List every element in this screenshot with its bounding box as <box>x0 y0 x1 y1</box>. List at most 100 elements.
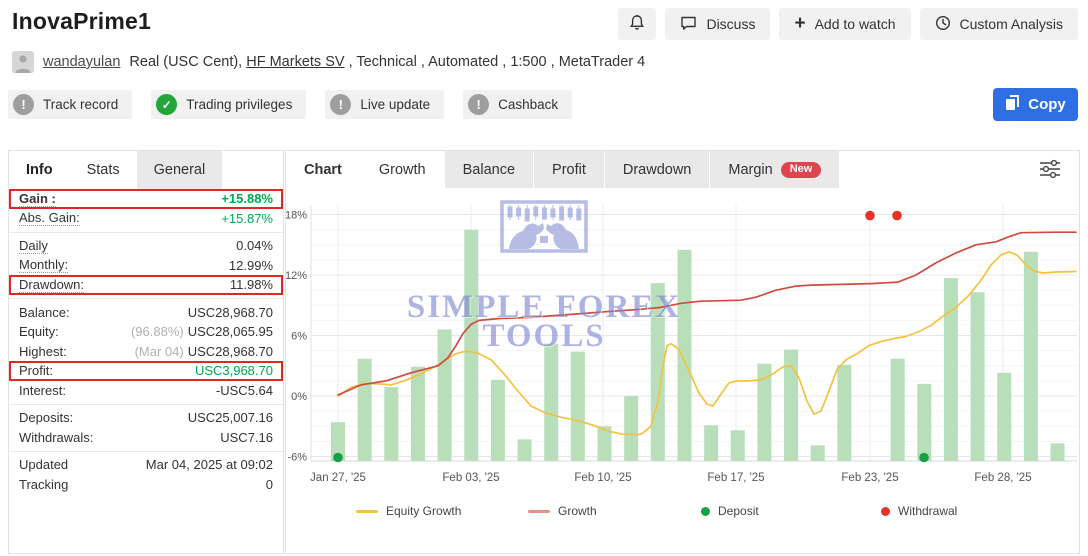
legend-item-deposit[interactable]: Deposit <box>701 503 759 519</box>
page-title: InovaPrime1 <box>12 8 151 34</box>
daily-bar[interactable] <box>810 445 825 462</box>
x-axis-label: Jan 27, '25 <box>310 472 366 484</box>
badge-live-update[interactable]: Live update <box>325 90 445 119</box>
badge-cashback[interactable]: Cashback <box>463 90 573 119</box>
stat-value: 11.98% <box>229 277 273 293</box>
legend-line-swatch <box>528 509 550 513</box>
legend-dot-swatch <box>701 506 710 516</box>
exclamation-circle-icon <box>13 94 34 115</box>
deposit-marker[interactable] <box>919 452 929 463</box>
stat-label: Balance: <box>19 304 70 320</box>
chart-tab-label: Balance <box>462 161 516 178</box>
chart-tab-chart[interactable]: Chart <box>286 151 360 188</box>
badge-trading-privileges[interactable]: Trading privileges <box>151 90 307 119</box>
copy-label: Copy <box>1028 96 1066 113</box>
stat-row: Abs. Gain: +15.87% <box>9 209 283 229</box>
stat-row: Drawdown: 11.98% <box>9 275 283 295</box>
daily-bar[interactable] <box>624 396 639 462</box>
stat-row: Tracking 0 <box>9 475 283 495</box>
daily-bar[interactable] <box>1050 443 1065 462</box>
legend-item-equity-growth[interactable]: Equity Growth <box>356 503 461 519</box>
legend-label: Deposit <box>718 504 759 518</box>
daily-bar[interactable] <box>677 249 692 462</box>
broker-link[interactable]: HF Markets SV <box>246 54 344 70</box>
stat-label: Deposits: <box>19 410 74 426</box>
add-to-watch-button[interactable]: Add to watch <box>779 8 911 40</box>
badge-track-record[interactable]: Track record <box>8 90 133 119</box>
user-link[interactable]: wandayulan <box>43 54 120 70</box>
badge-label: Track record <box>43 97 119 112</box>
exclamation-circle-icon <box>468 94 490 115</box>
daily-bar[interactable] <box>704 425 719 462</box>
chart-tab-label: Profit <box>552 161 586 178</box>
y-tick-label: 0% <box>291 391 307 403</box>
daily-bar[interactable] <box>437 329 452 462</box>
chart-tab-label: Drawdown <box>622 161 692 178</box>
stat-row: Daily 0.04% <box>9 236 283 256</box>
legend-label: Equity Growth <box>386 504 462 518</box>
legend-item-withdrawal[interactable]: Withdrawal <box>881 503 957 519</box>
stat-label: Equity: <box>19 324 59 340</box>
exclamation-circle-icon <box>330 94 352 115</box>
stat-value-prefix: (96.88%) <box>130 324 184 340</box>
daily-bar[interactable] <box>1023 251 1038 462</box>
stat-row: Highest: (Mar 04) USC28,968.70 <box>9 342 283 362</box>
withdrawal-marker[interactable] <box>892 210 902 221</box>
chart-tab-growth[interactable]: Growth <box>360 151 444 188</box>
deposit-marker[interactable] <box>333 452 343 463</box>
stat-value: Mar 04, 2025 at 09:02 <box>145 457 273 473</box>
stat-label: Drawdown: <box>19 276 85 293</box>
y-tick-label: -6% <box>287 451 307 463</box>
withdrawal-marker[interactable] <box>865 210 875 221</box>
badge-label: Trading privileges <box>186 97 293 112</box>
growth-chart-plot[interactable]: 18% 12% 6% 0% -6% <box>286 191 1079 486</box>
copy-icon <box>1005 94 1020 115</box>
chart-tab-balance[interactable]: Balance <box>444 151 534 188</box>
stat-value: +15.87% <box>221 210 273 226</box>
tab-general[interactable]: General <box>136 151 223 189</box>
chart-tab-label: Chart <box>304 161 342 178</box>
stat-value: USC7.16 <box>220 429 273 445</box>
chart-tab-profit[interactable]: Profit <box>534 151 604 188</box>
chart-card: Chart Growth Balance Profit Drawdown Margin Ne… <box>285 150 1080 554</box>
legend-item-growth[interactable]: Growth <box>528 503 597 519</box>
badge-label: Cashback <box>498 97 559 112</box>
stat-row: Gain : +15.88% <box>9 189 283 209</box>
tab-info[interactable]: Info <box>9 151 70 189</box>
daily-bar[interactable] <box>517 439 532 462</box>
daily-bar[interactable] <box>384 386 399 462</box>
daily-bar[interactable] <box>917 383 932 462</box>
x-axis-label: Feb 03, '25 <box>442 472 500 484</box>
daily-bar[interactable] <box>544 343 559 462</box>
daily-bar[interactable] <box>570 351 585 462</box>
daily-bar[interactable] <box>890 358 905 462</box>
x-axis-label: Feb 23, '25 <box>841 472 899 484</box>
x-axis-label: Feb 17, '25 <box>707 472 765 484</box>
stat-value: 12.99% <box>228 257 273 273</box>
chart-settings-button[interactable] <box>1033 156 1067 184</box>
chart-tab-drawdown[interactable]: Drawdown <box>604 151 710 188</box>
y-tick-label: 18% <box>286 210 307 222</box>
daily-bar[interactable] <box>970 292 985 462</box>
copy-button[interactable]: Copy <box>993 88 1078 121</box>
tab-stats[interactable]: Stats <box>70 151 137 189</box>
daily-bar[interactable] <box>490 379 505 462</box>
discuss-button[interactable]: Discuss <box>665 8 771 40</box>
notifications-button[interactable] <box>618 8 657 40</box>
avatar <box>12 51 34 73</box>
new-badge: New <box>780 161 822 178</box>
badge-label: Live update <box>360 97 431 112</box>
daily-bar[interactable] <box>943 278 958 462</box>
daily-bar[interactable] <box>464 229 479 462</box>
daily-bar[interactable] <box>730 430 745 462</box>
custom-analysis-button[interactable]: Custom Analysis <box>919 8 1078 40</box>
daily-bar[interactable] <box>997 372 1012 462</box>
daily-bar[interactable] <box>837 364 852 462</box>
stat-value: USC25,007.16 <box>187 410 273 426</box>
daily-bar[interactable] <box>357 358 372 462</box>
daily-bar[interactable] <box>410 366 425 462</box>
chart-tabs: Chart Growth Balance Profit Drawdown Margin Ne… <box>286 151 840 188</box>
chart-tab-margin[interactable]: Margin New <box>710 151 840 188</box>
stat-value: (96.88%) USC28,065.95 <box>130 324 273 340</box>
stat-value: +15.88% <box>221 191 273 207</box>
